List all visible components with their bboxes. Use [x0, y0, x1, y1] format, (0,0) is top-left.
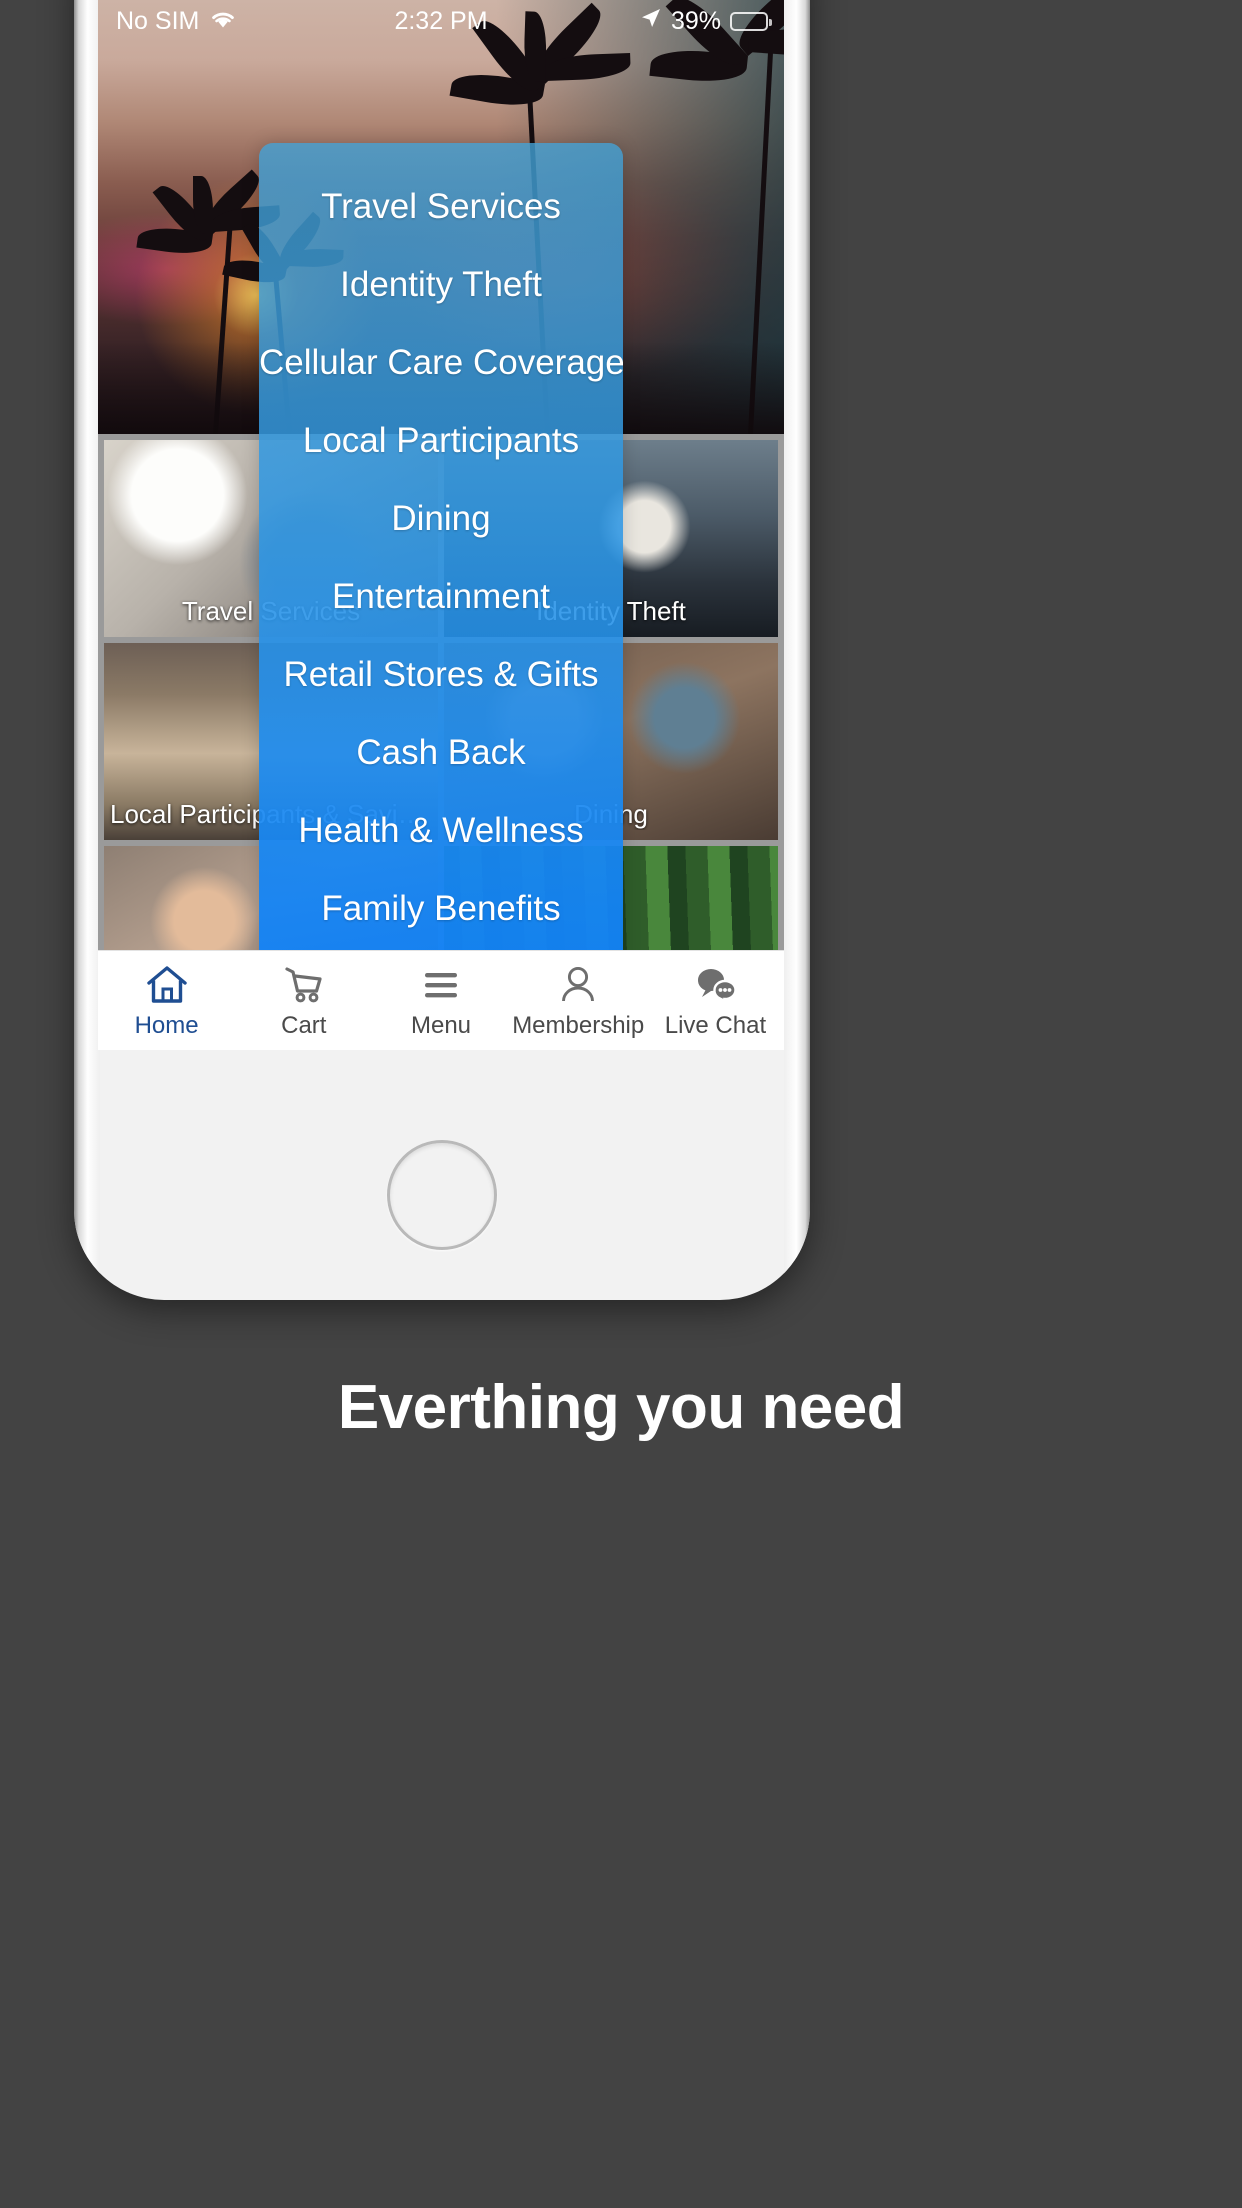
tab-cart-label: Cart	[281, 1011, 327, 1039]
tab-membership-label: Membership	[512, 1011, 645, 1039]
menu-item-local-participants[interactable]: Local Participants	[259, 423, 623, 458]
shopping-cart-icon	[282, 962, 326, 1006]
home-button[interactable]	[387, 1140, 497, 1250]
menu-item-entertainment[interactable]: Entertainment	[259, 579, 623, 614]
tab-menu-label: Menu	[410, 1011, 472, 1039]
person-icon	[556, 962, 600, 1006]
chat-bubbles-icon	[693, 962, 738, 1006]
home-icon	[145, 962, 189, 1006]
device-bezel-left	[74, 0, 100, 1300]
status-bar-clock: 2:32 PM	[394, 6, 488, 35]
tab-live-chat[interactable]: Live Chat	[647, 951, 784, 1050]
tab-menu[interactable]: Menu	[372, 951, 509, 1050]
menu-item-dining[interactable]: Dining	[259, 501, 623, 536]
menu-item-health-wellness[interactable]: Health & Wellness	[259, 813, 623, 848]
hamburger-menu-icon	[419, 962, 463, 1006]
bottom-tab-bar: Home Cart Menu Membership Live Chat	[98, 950, 784, 1050]
tab-home[interactable]: Home	[98, 951, 235, 1050]
screenshot-root: Travel Services Identity Theft Local Par…	[0, 0, 1242, 2208]
tab-membership[interactable]: Membership	[510, 951, 647, 1050]
device-bezel-right	[784, 0, 810, 1300]
phone-device-frame: Travel Services Identity Theft Local Par…	[74, 0, 810, 1300]
phone-screen: Travel Services Identity Theft Local Par…	[98, 0, 784, 1050]
slide-up-menu-overlay: Travel Services Identity Theft Cellular …	[259, 143, 623, 1050]
menu-item-identity-theft[interactable]: Identity Theft	[259, 267, 623, 302]
menu-item-retail-stores[interactable]: Retail Stores & Gifts	[259, 657, 623, 692]
promo-caption: Everthing you need	[337, 1373, 905, 1442]
status-bar: No SIM 2:32 PM 39%	[98, 0, 784, 42]
tab-home-label: Home	[134, 1011, 199, 1039]
tab-live-chat-label: Live Chat	[664, 1011, 767, 1039]
menu-item-family-benefits[interactable]: Family Benefits	[259, 891, 623, 926]
menu-item-cellular-care[interactable]: Cellular Care Coverage	[259, 345, 623, 380]
tab-cart[interactable]: Cart	[235, 951, 372, 1050]
menu-item-travel-services[interactable]: Travel Services	[259, 189, 623, 224]
battery-icon	[730, 11, 772, 31]
menu-item-cash-back[interactable]: Cash Back	[259, 735, 623, 770]
